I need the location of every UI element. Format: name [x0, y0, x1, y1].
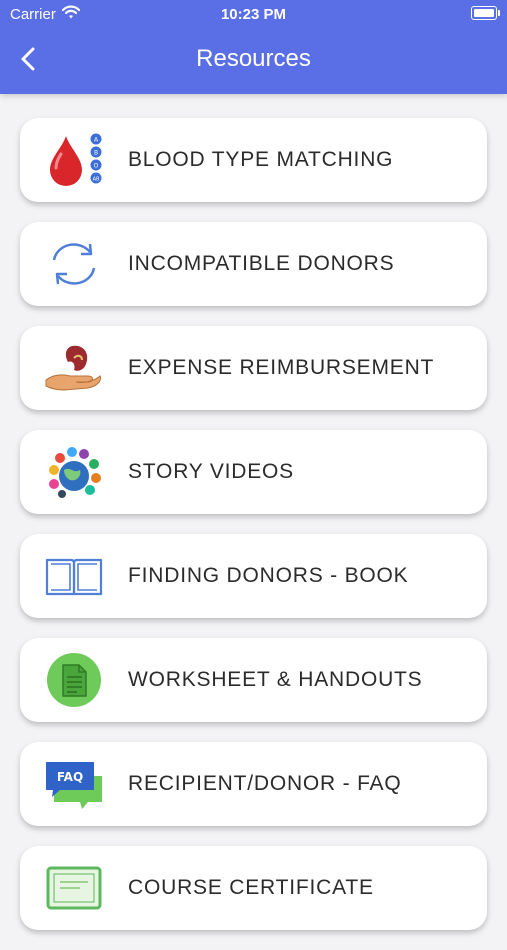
kidney-hand-icon	[44, 340, 104, 396]
nav-header: Carrier 10:23 PM Resources	[0, 0, 507, 94]
resource-label: COURSE CERTIFICATE	[128, 876, 374, 899]
open-book-icon	[44, 548, 104, 604]
document-icon	[44, 652, 104, 708]
resource-label: FINDING DONORS - BOOK	[128, 564, 409, 587]
resource-recipient-donor-faq[interactable]: FAQ RECIPIENT/DONOR - FAQ	[20, 742, 487, 826]
blood-type-b: B	[94, 150, 98, 157]
resource-label: EXPENSE REIMBURSEMENT	[128, 356, 435, 379]
page-title: Resources	[196, 45, 311, 72]
resource-blood-type-matching[interactable]: A B O AB BLOOD TYPE MATCHING	[20, 118, 487, 202]
resource-label: BLOOD TYPE MATCHING	[128, 148, 394, 171]
resource-label: INCOMPATIBLE DONORS	[128, 252, 395, 275]
globe-apps-icon	[44, 444, 104, 500]
resources-list: A B O AB BLOOD TYPE MATCHING INCOMPATIBL…	[20, 118, 487, 950]
resource-label: RECIPIENT/DONOR - FAQ	[128, 772, 402, 795]
resource-label: STORY VIDEOS	[128, 460, 294, 483]
certificate-icon	[44, 860, 104, 916]
resource-finding-donors-book[interactable]: FINDING DONORS - BOOK	[20, 534, 487, 618]
blood-type-o: O	[94, 163, 99, 170]
blood-drop-icon: A B O AB	[44, 132, 104, 188]
faq-text: FAQ	[57, 770, 83, 784]
battery-icon	[471, 6, 500, 20]
resource-worksheet-handouts[interactable]: WORKSHEET & HANDOUTS	[20, 638, 487, 722]
resource-label: WORKSHEET & HANDOUTS	[128, 668, 423, 691]
blood-type-ab: AB	[93, 177, 100, 183]
sync-arrows-icon	[44, 236, 104, 292]
resource-incompatible-donors[interactable]: INCOMPATIBLE DONORS	[20, 222, 487, 306]
resource-course-certificate[interactable]: COURSE CERTIFICATE	[20, 846, 487, 930]
status-time: 10:23 PM	[220, 6, 287, 23]
status-bar: Carrier 10:23 PM	[0, 0, 507, 28]
resource-story-videos[interactable]: STORY VIDEOS	[20, 430, 487, 514]
faq-bubble-icon: FAQ	[44, 756, 104, 812]
resource-expense-reimbursement[interactable]: EXPENSE REIMBURSEMENT	[20, 326, 487, 410]
